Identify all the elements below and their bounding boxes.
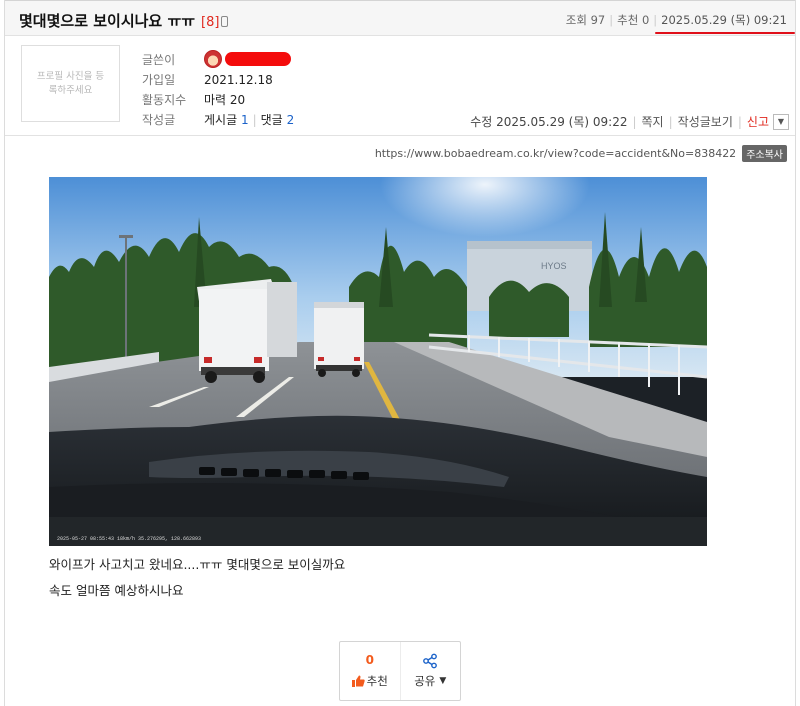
post-title-text: 몇대몇으로 보이시나요 ㅠㅠ (19, 12, 196, 30)
copy-url-button[interactable]: 주소복사 (742, 145, 787, 162)
comment-count-link[interactable]: 댓글 2 (261, 111, 295, 128)
caret-down-icon: ▼ (439, 676, 447, 686)
body-text-line-1: 와이프가 사고치고 왔네요....ㅠㅠ 몇대몇으로 보이실까요 (49, 557, 346, 572)
reply-count[interactable]: [8] (201, 15, 219, 30)
joined-label: 가입일 (142, 73, 176, 87)
recommend-label: 추천 (366, 674, 388, 688)
message-link[interactable]: 쪽지 (642, 113, 664, 130)
view-count: 조회 97 (565, 13, 606, 27)
activity-value: 마력 20 (204, 93, 246, 107)
profile-photo-placeholder: 프로필 사진을 등록하주세요 (21, 45, 120, 122)
building-sign: HYOS (541, 261, 567, 271)
activity-label: 활동지수 (142, 93, 187, 107)
chevron-down-icon[interactable]: ▼ (773, 113, 789, 130)
post-url[interactable]: https://www.bobaedream.co.kr/view?code=a… (375, 147, 736, 160)
post-date: 2025.05.29 (목) 09:21 (655, 12, 795, 34)
share-icon (423, 653, 438, 669)
comments-count: 2 (286, 113, 295, 127)
posts-label: 작성글 (142, 113, 176, 127)
dashcam-image[interactable]: HYOS 2025-05-27 08:55:43 18km/h 35.27629… (49, 177, 707, 546)
vote-share-box: 0 추천 공유 ▼ (339, 641, 461, 701)
posts-text: 게시글 (204, 113, 238, 127)
recommend-count: 추천 0 (617, 13, 650, 27)
edit-row: 수정 2025.05.29 (목) 09:22 | 쪽지 | 작성글보기 | 신… (470, 113, 789, 130)
edited-date: 수정 2025.05.29 (목) 09:22 (470, 115, 628, 129)
profile-area: 프로필 사진을 등록하주세요 글쓴이 가입일 2021.12.18 활동지수 마… (5, 37, 795, 136)
redacted-username[interactable] (225, 52, 291, 66)
dashcam-scene: HYOS 2025-05-27 08:55:43 18km/h 35.27629… (49, 177, 707, 546)
view-posts-link[interactable]: 작성글보기 (678, 113, 733, 130)
post-date-text: 2025.05.29 (목) 09:21 (661, 13, 787, 27)
thumbs-up-icon (351, 675, 365, 687)
post-container: 몇대몇으로 보이시나요 ㅠㅠ [8] 조회 97 | 추천 0 | 2025.05.29 … (4, 0, 796, 706)
joined-row: 가입일 2021.12.18 (142, 71, 273, 88)
share-button[interactable]: 공유 ▼ (399, 642, 461, 700)
share-label: 공유 (414, 674, 436, 688)
posts-count: 1 (240, 113, 249, 127)
joined-value: 2021.12.18 (204, 72, 273, 87)
report-link[interactable]: 신고 (747, 113, 769, 130)
red-underline-annotation (655, 32, 795, 34)
writer-label: 글쓴이 (142, 52, 176, 67)
recommend-button[interactable]: 0 추천 (340, 642, 400, 700)
post-title: 몇대몇으로 보이시나요 ㅠㅠ [8] (19, 10, 229, 31)
posts-row: 작성글 게시글 1 | 댓글 2 (142, 111, 295, 128)
writer-row: 글쓴이 (142, 50, 291, 68)
mobile-icon (221, 16, 229, 27)
truck-center (314, 302, 364, 377)
post-meta: 조회 97 | 추천 0 | 2025.05.29 (목) 09:21 (565, 12, 795, 34)
post-header: 몇대몇으로 보이시나요 ㅠㅠ [8] 조회 97 | 추천 0 | 2025.05.29 … (5, 0, 795, 36)
vote-count: 0 (365, 653, 374, 667)
comments-text: 댓글 (260, 113, 283, 127)
activity-row: 활동지수 마력 20 (142, 91, 245, 108)
dashcam-overlay-text: 2025-05-27 08:55:43 18km/h 35.276295, 12… (57, 536, 201, 542)
profile-photo-text: 프로필 사진을 등록하주세요 (36, 70, 105, 96)
avatar-icon[interactable] (204, 50, 222, 68)
body-text-line-2: 속도 얼마쯤 예상하시나요 (49, 583, 184, 598)
post-count-link[interactable]: 게시글 1 (204, 111, 249, 128)
url-row: https://www.bobaedream.co.kr/view?code=a… (375, 145, 787, 162)
